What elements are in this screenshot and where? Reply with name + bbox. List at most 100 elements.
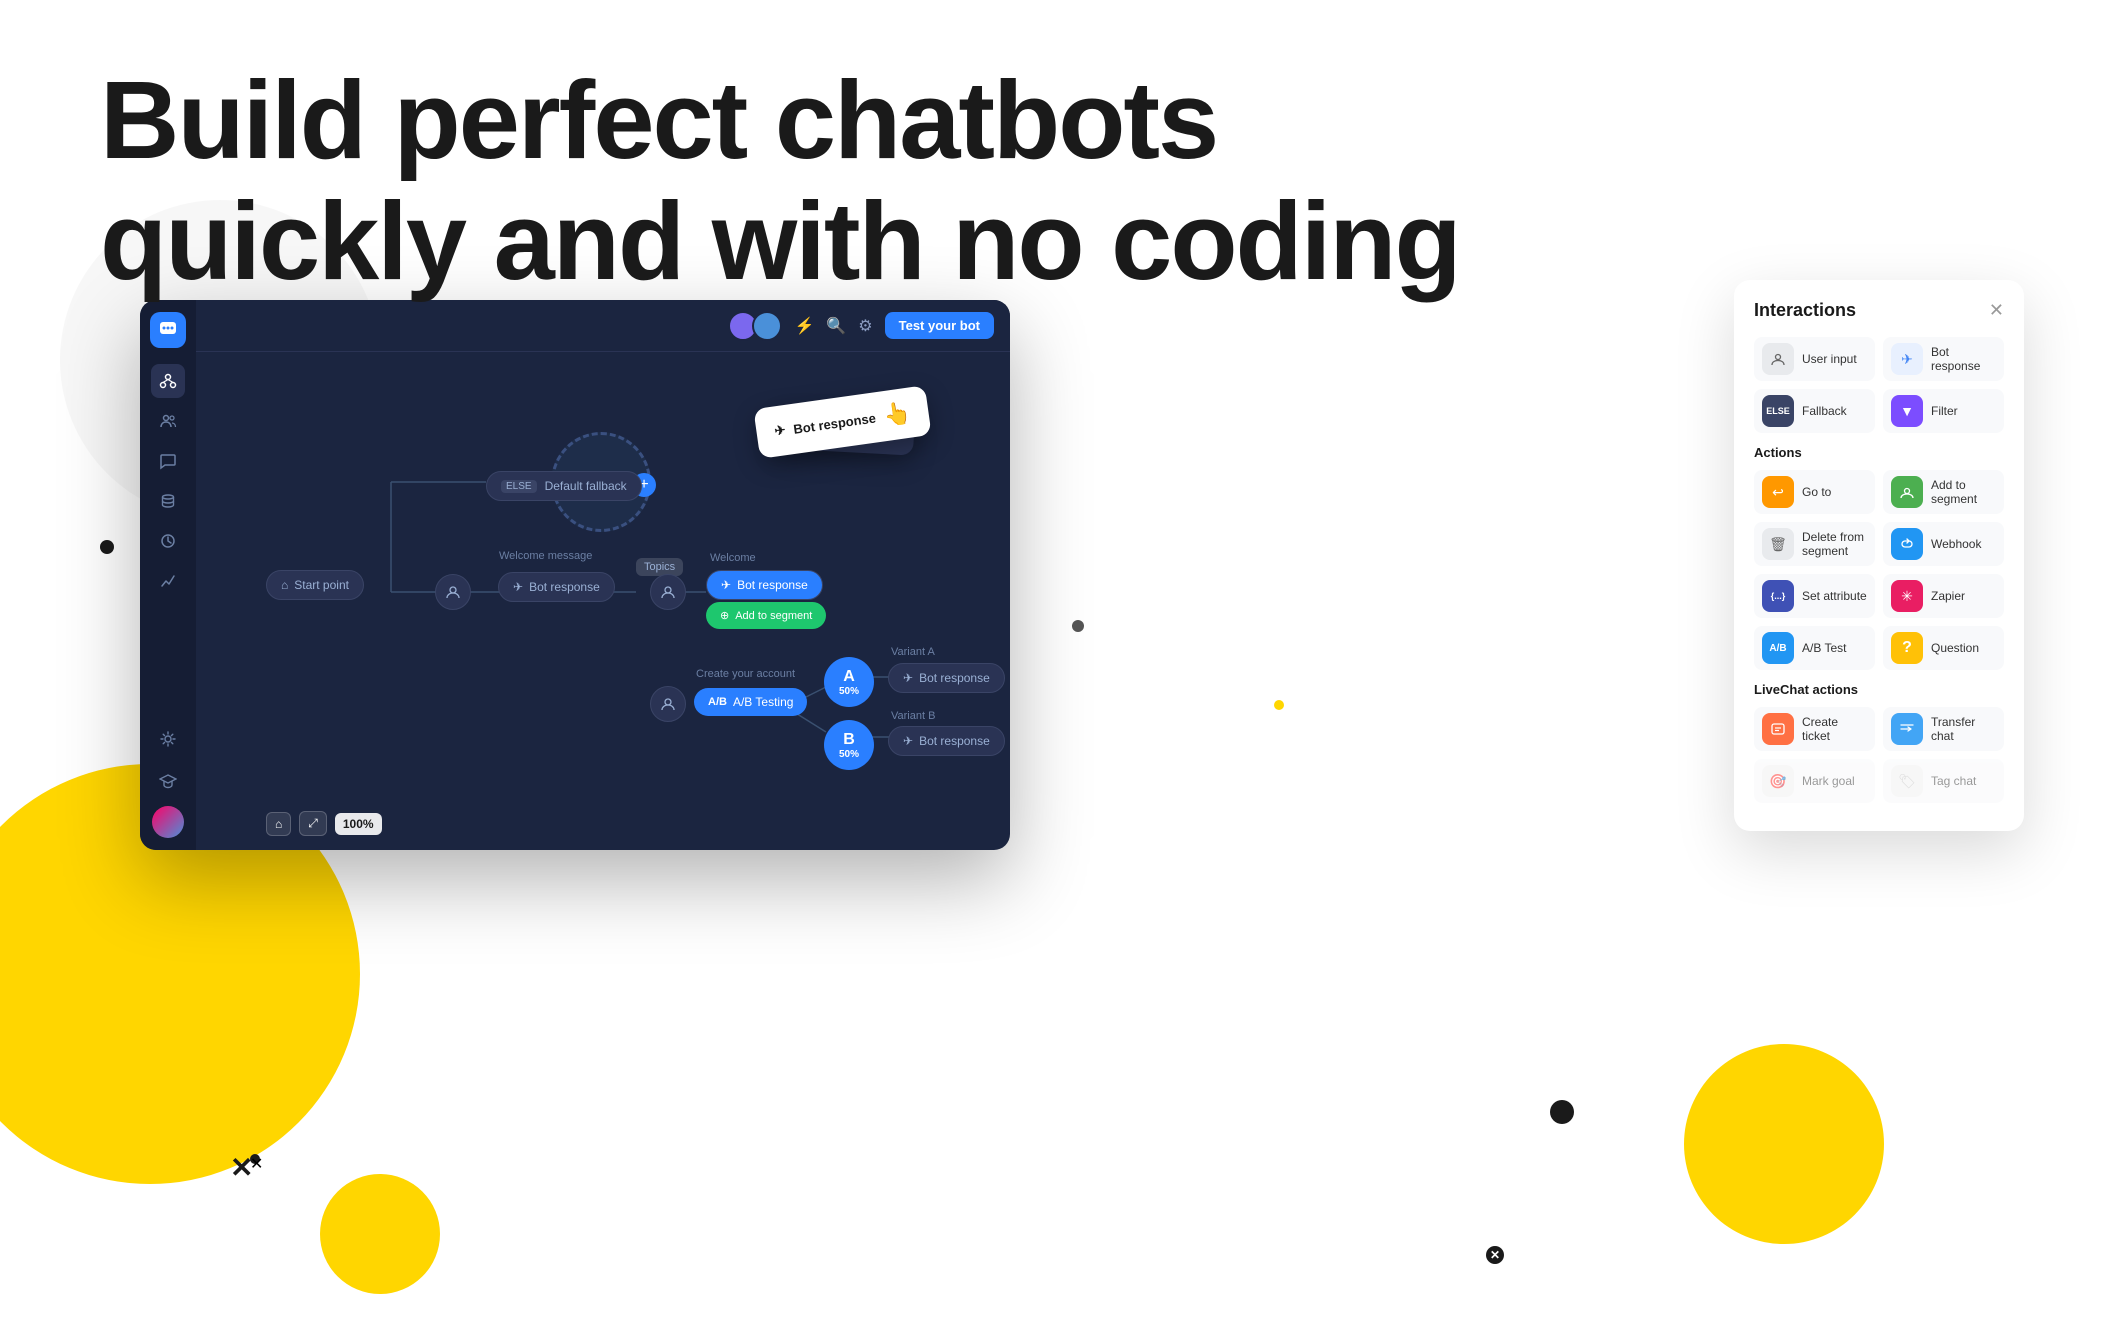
delete-segment-label: Delete from segment (1802, 530, 1867, 558)
panel-item-user-input[interactable]: User input (1754, 337, 1875, 381)
panel-item-add-segment[interactable]: Add to segment (1883, 470, 2004, 514)
panel-item-set-attribute[interactable]: {...} Set attribute (1754, 574, 1875, 618)
sidebar-bottom (151, 722, 185, 838)
topics-circle[interactable] (650, 574, 686, 610)
tag-chat-label: Tag chat (1931, 774, 1976, 788)
bot-response-icon-2: ✈ (721, 578, 731, 592)
user-input-icon (1762, 343, 1794, 375)
dot-black-3 (1550, 1100, 1574, 1124)
else-badge: ELSE (501, 480, 537, 493)
user-avatar[interactable] (152, 806, 184, 838)
dot-black-4 (1072, 620, 1084, 632)
create-ticket-icon (1762, 713, 1794, 745)
panel-item-webhook[interactable]: Webhook (1883, 522, 2004, 566)
mark-goal-icon: 🎯 (1762, 765, 1794, 797)
panel-item-mark-goal[interactable]: 🎯 Mark goal (1754, 759, 1875, 803)
zapier-label: Zapier (1931, 589, 1965, 603)
search-icon[interactable]: 🔍 (826, 316, 846, 336)
lightning-icon[interactable]: ⚡ (794, 316, 814, 336)
start-point-node[interactable]: ⌂ Start point (266, 570, 364, 600)
variant-b-label: Variant B (891, 710, 935, 722)
sidebar-item-users[interactable] (151, 404, 185, 438)
transfer-chat-label: Transfer chat (1931, 715, 1996, 743)
user-input-circle-1[interactable] (435, 574, 471, 610)
ab-test-label: A/B Test (1802, 641, 1846, 655)
panel-item-transfer-chat[interactable]: Transfer chat (1883, 707, 2004, 751)
main-heading: Build perfect chatbots quickly and with … (100, 60, 1460, 302)
interactions-panel: Interactions ✕ User input ✈ Bot response… (1734, 280, 2024, 831)
fallback-panel-label: Fallback (1802, 404, 1847, 418)
delete-segment-icon: 🗑 (1762, 528, 1794, 560)
zoom-level: 100% (335, 813, 382, 835)
add-icon: ⊕ (720, 609, 729, 622)
variant-b-response-node[interactable]: ✈ Bot response (888, 726, 1005, 756)
add-to-segment-node[interactable]: ⊕ Add to segment (706, 602, 826, 629)
interactions-grid: User input ✈ Bot response ELSE Fallback … (1754, 337, 2004, 433)
panel-item-create-ticket[interactable]: Create ticket (1754, 707, 1875, 751)
actions-section-title: Actions (1754, 445, 2004, 460)
sidebar-item-chat[interactable] (151, 444, 185, 478)
sidebar-item-database[interactable] (151, 484, 185, 518)
webhook-icon (1891, 528, 1923, 560)
topics-label: Topics (636, 558, 683, 576)
panel-item-goto[interactable]: ↩ Go to (1754, 470, 1875, 514)
panel-item-bot-response[interactable]: ✈ Bot response (1883, 337, 2004, 381)
question-label: Question (1931, 641, 1979, 655)
variant-a-label: Variant A (891, 646, 935, 658)
filter-panel-icon: ▼ (1891, 395, 1923, 427)
sidebar-item-analytics[interactable] (151, 564, 185, 598)
panel-item-filter[interactable]: ▼ Filter (1883, 389, 2004, 433)
sidebar-item-flows[interactable] (151, 364, 185, 398)
user-input-label: User input (1802, 352, 1857, 366)
bot-response-node-1[interactable]: ✈ Bot response (498, 572, 615, 602)
question-icon: ? (1891, 632, 1923, 664)
dot-black-1 (100, 540, 114, 554)
ab-icon: A/B (708, 696, 727, 708)
panel-item-fallback[interactable]: ELSE Fallback (1754, 389, 1875, 433)
topbar: ⚡ 🔍 ⚙ Test your bot (196, 300, 1010, 352)
heading-line1: Build perfect chatbots (100, 60, 1460, 181)
panel-close-button[interactable]: ✕ (1989, 300, 2004, 321)
mark-goal-label: Mark goal (1802, 774, 1855, 788)
create-account-label: Create your account (696, 668, 795, 680)
ab-testing-node[interactable]: A/B A/B Testing (694, 688, 807, 716)
goto-icon: ↩ (1762, 476, 1794, 508)
sidebar-item-settings[interactable] (151, 722, 185, 756)
bot-icon-va: ✈ (903, 671, 913, 685)
canvas: ⌂ Start point Welcome message ✈ Bot resp… (196, 352, 1010, 850)
sidebar-logo[interactable] (150, 312, 186, 348)
dot-cross: ✕ (1486, 1246, 1504, 1264)
panel-header: Interactions ✕ (1754, 300, 2004, 321)
blob-yellow-small (320, 1174, 440, 1294)
cross-decoration: ✕ (230, 1151, 253, 1184)
bot-icon-vb: ✈ (903, 734, 913, 748)
sidebar-item-graduation[interactable] (151, 764, 185, 798)
variant-a-node[interactable]: A 50% (824, 657, 874, 707)
avatar-group (728, 311, 782, 341)
user-input-circle-2[interactable] (650, 686, 686, 722)
panel-item-tag-chat[interactable]: 🏷 Tag chat (1883, 759, 2004, 803)
bot-response-icon-1: ✈ (513, 580, 523, 594)
bot-response-panel-icon: ✈ (1891, 343, 1923, 375)
webhook-label: Webhook (1931, 537, 1981, 551)
settings-icon[interactable]: ⚙ (858, 316, 872, 336)
welcome-label: Welcome (710, 552, 756, 564)
test-your-bot-button[interactable]: Test your bot (885, 312, 994, 339)
app-window: ⚡ 🔍 ⚙ Test your bot (140, 300, 1010, 850)
add-segment-icon (1891, 476, 1923, 508)
expand-toolbar-button[interactable]: ⤢ (299, 811, 327, 836)
livechat-section-title: LiveChat actions (1754, 682, 2004, 697)
blob-yellow-right (1684, 1044, 1884, 1244)
variant-b-node[interactable]: B 50% (824, 720, 874, 770)
start-icon: ⌂ (281, 578, 288, 592)
sidebar-item-clock[interactable] (151, 524, 185, 558)
panel-item-ab-test[interactable]: A/B A/B Test (1754, 626, 1875, 670)
panel-item-delete-segment[interactable]: 🗑 Delete from segment (1754, 522, 1875, 566)
home-toolbar-button[interactable]: ⌂ (266, 812, 291, 836)
fallback-node[interactable]: ELSE Default fallback (486, 471, 642, 501)
bot-response-node-2[interactable]: ✈ Bot response (706, 570, 823, 600)
panel-item-question[interactable]: ? Question (1883, 626, 2004, 670)
set-attribute-icon: {...} (1762, 580, 1794, 612)
panel-item-zapier[interactable]: ✳ Zapier (1883, 574, 2004, 618)
variant-a-response-node[interactable]: ✈ Bot response (888, 663, 1005, 693)
